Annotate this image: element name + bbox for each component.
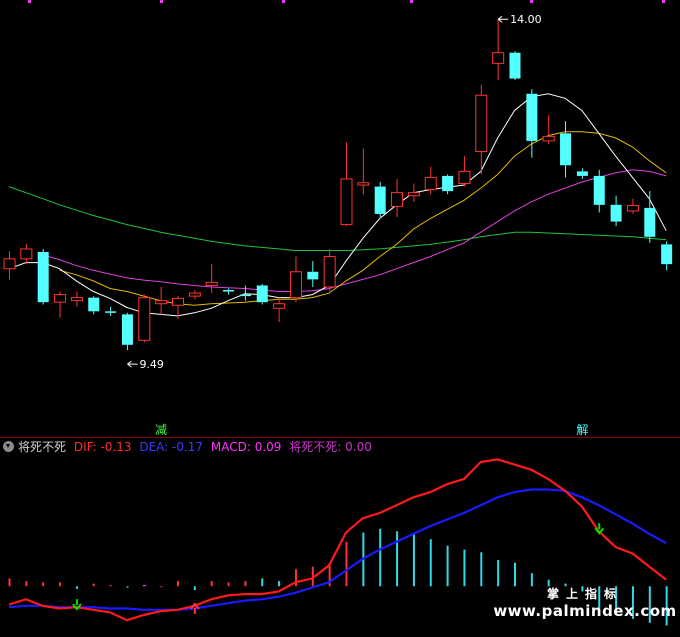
candle-body xyxy=(644,207,656,237)
candle-body xyxy=(626,205,639,212)
candle-body xyxy=(54,294,67,303)
collapse-toggle-icon[interactable] xyxy=(3,441,14,452)
candle-body xyxy=(442,175,454,192)
candle-body xyxy=(475,94,488,153)
candle-body xyxy=(610,204,622,222)
macd-histogram-bar xyxy=(227,582,230,587)
macd-histogram-bar xyxy=(8,578,11,587)
candle-body xyxy=(458,170,471,185)
candle-body xyxy=(37,251,49,303)
candle-body xyxy=(424,176,437,191)
top-tick xyxy=(662,0,665,3)
candle xyxy=(138,294,151,343)
top-tick xyxy=(530,0,533,3)
macd-histogram-bar xyxy=(514,562,516,587)
candle xyxy=(256,283,268,305)
top-tick xyxy=(28,0,31,3)
candle-body xyxy=(289,271,302,299)
macd-histogram-bar xyxy=(497,560,500,587)
candle-body xyxy=(88,297,100,312)
candle-body xyxy=(105,311,117,313)
candle-body xyxy=(576,171,588,176)
macd-histogram-bar xyxy=(480,552,483,587)
macd-histogram-bar xyxy=(278,581,281,587)
macd-histogram-bar xyxy=(193,586,196,591)
macd-histogram-bar xyxy=(530,573,533,587)
macd-histogram-bar xyxy=(261,578,264,587)
macd-histogram-bar xyxy=(160,586,163,588)
candle-body xyxy=(3,258,16,270)
macd-histogram-bar xyxy=(244,581,247,587)
low-price-label: 9.49 xyxy=(139,358,164,371)
dea-label: DEA: -0.17 xyxy=(139,440,204,454)
candle-body xyxy=(188,292,201,297)
candle-body xyxy=(593,175,605,205)
signal-label: 解 xyxy=(576,423,588,437)
candle-body xyxy=(239,294,251,297)
indicator-name: 将死不死 xyxy=(18,440,67,454)
top-tick xyxy=(160,0,163,3)
macd-histogram-bar xyxy=(25,581,28,587)
candle-body xyxy=(70,297,83,302)
candle xyxy=(509,51,521,81)
candle xyxy=(374,182,386,217)
candle-body xyxy=(340,178,353,226)
watermark-url: www.palmindex.com xyxy=(493,602,677,620)
candle-body xyxy=(172,297,184,306)
macd-label: MACD: 0.09 xyxy=(210,440,282,454)
candle-body xyxy=(138,297,151,341)
macd-histogram-bar xyxy=(210,581,213,587)
macd-histogram-bar xyxy=(126,586,129,588)
candle-body xyxy=(526,93,538,141)
candle-body xyxy=(492,52,505,64)
candle-body xyxy=(391,192,404,207)
macd-histogram-bar xyxy=(446,545,449,587)
high-price-label: 14.00 xyxy=(510,13,542,26)
signal-label: 将死不死: 0.00 xyxy=(289,440,372,454)
candle-body xyxy=(560,133,572,166)
candle xyxy=(37,248,49,305)
candle-body xyxy=(509,52,521,79)
candle-body xyxy=(661,244,673,265)
stock-chart: 14.00 9.49 减 解 xyxy=(0,0,680,637)
candle-body xyxy=(205,281,218,286)
macd-histogram-bar xyxy=(42,582,45,587)
watermark: 掌上指标 www.palmindex.com xyxy=(490,586,680,620)
candle-body xyxy=(542,135,555,142)
macd-histogram-bar xyxy=(109,584,112,587)
macd-histogram-bar xyxy=(429,539,432,587)
candle-body xyxy=(307,271,319,280)
candle-body xyxy=(273,303,286,309)
indicator-legend: 将死不死 DIF: -0.13 DEA: -0.17 MACD: 0.09 将死… xyxy=(0,438,680,456)
candle-body xyxy=(223,290,235,292)
macd-histogram-bar xyxy=(463,549,466,587)
signal-label: 减 xyxy=(155,423,167,437)
candle xyxy=(121,312,133,351)
candle-body xyxy=(357,182,370,186)
candle-body xyxy=(323,256,336,288)
macd-histogram-bar xyxy=(59,582,62,587)
chart-background xyxy=(0,0,680,637)
top-tick xyxy=(282,0,285,3)
macd-histogram-bar xyxy=(92,583,95,587)
macd-histogram-bar xyxy=(396,531,399,587)
candle-body xyxy=(20,248,33,260)
macd-histogram-bar xyxy=(379,528,382,587)
macd-histogram-bar xyxy=(142,584,146,587)
macd-histogram-bar xyxy=(177,581,179,587)
dif-label: DIF: -0.13 xyxy=(73,440,132,454)
top-tick xyxy=(410,0,413,3)
candle-body xyxy=(155,300,168,305)
macd-histogram-bar xyxy=(75,586,78,589)
candle-body xyxy=(374,186,386,214)
candle-body xyxy=(121,314,133,345)
candle-body xyxy=(256,285,268,303)
macd-histogram-bar xyxy=(412,533,415,587)
candle-body xyxy=(407,192,420,197)
watermark-brand: 掌上指标 xyxy=(546,587,623,601)
macd-histogram-bar xyxy=(345,541,348,587)
